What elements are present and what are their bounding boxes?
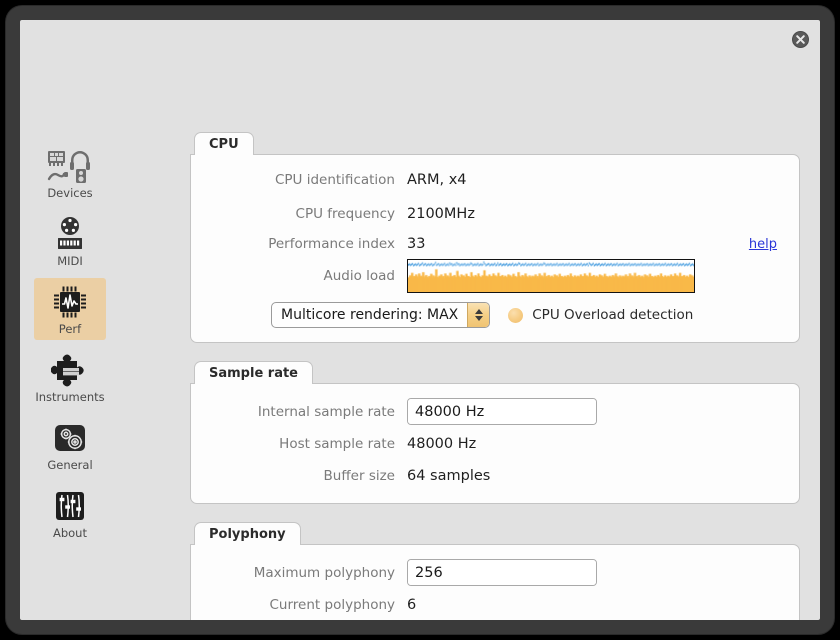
cpu-identification-value: ARM, x4 [407,172,467,188]
performance-index-value: 33 [407,236,426,252]
cpu-frequency-row: CPU frequency 2100MHz [207,201,783,227]
internal-sample-rate-field[interactable] [407,398,597,425]
cpu-frequency-value: 2100MHz [407,206,475,222]
performance-index-row: Performance index 33 help [207,231,783,257]
row-label: Buffer size [323,468,395,484]
midi-icon [34,215,106,253]
sidebar-item-about[interactable]: About [34,482,106,544]
sidebar-item-general[interactable]: General [34,414,106,476]
maximum-polyphony-input[interactable] [408,560,596,585]
stepper-updown-icon[interactable] [596,560,597,585]
cpu-overload-label: CPU Overload detection [532,307,694,323]
sidebar-item-devices[interactable]: Devices [34,142,106,204]
cpu-chip-icon [34,283,106,321]
sidebar-item-label: About [52,526,87,540]
sidebar-item-instruments[interactable]: Instruments [34,346,106,408]
row-label: Host sample rate [279,436,395,452]
sample-rate-groupbox: Sample rate Internal sample rate Host sa… [190,361,800,505]
polyphony-groupbox: Polyphony Maximum polyphony Current poly… [190,522,800,620]
cpu-controls-row: Multicore rendering: MAX CPU Overload de… [207,302,783,328]
maximum-polyphony-row: Maximum polyphony [207,559,783,586]
cpu-groupbox-title: CPU [194,132,254,155]
stepper-updown-icon[interactable] [596,399,597,424]
row-label: Performance index [268,236,395,252]
polyphony-groupbox-title: Polyphony [194,522,301,545]
sidebar-item-label: Perf [58,322,82,336]
settings-content: CPU CPU identification ARM, x4 CPU frequ… [190,20,800,620]
internal-sample-rate-input[interactable] [408,399,596,424]
sample-rate-groupbox-body: Internal sample rate Host sample rate 48… [190,383,800,504]
puzzle-piece-icon [34,351,106,389]
buffer-size-row: Buffer size 64 samples [207,463,783,489]
polyphony-groupbox-body: Maximum polyphony Current polyphony 6 [190,544,800,620]
row-label: Maximum polyphony [253,564,395,581]
host-sample-rate-value: 48000 Hz [407,436,477,452]
row-label: Internal sample rate [257,403,395,420]
current-polyphony-value: 6 [407,597,417,613]
row-label: CPU identification [274,172,395,188]
cpu-groupbox-body: CPU identification ARM, x4 CPU frequency… [190,154,800,343]
maximum-polyphony-field[interactable] [407,559,597,586]
audio-load-row: Audio load [207,259,783,293]
sidebar-item-midi[interactable]: MIDI [34,210,106,272]
row-label: Current polyphony [269,597,396,613]
cpu-groupbox: CPU CPU identification ARM, x4 CPU frequ… [190,132,800,344]
sidebar-item-perf[interactable]: Perf [34,278,106,340]
current-polyphony-row: Current polyphony 6 [207,592,783,618]
plugin-settings-window: Devices MIDI Perf Instruments General Ab… [6,6,834,634]
window-content-area: Devices MIDI Perf Instruments General Ab… [20,20,820,620]
sidebar-item-label: Instruments [35,390,105,404]
sidebar-item-label: General [47,458,93,472]
cpu-identification-row: CPU identification ARM, x4 [207,167,783,193]
audio-load-meter [407,259,695,293]
multicore-rendering-value: Multicore rendering: MAX [281,307,459,323]
devices-icon [34,147,106,185]
row-label: Audio load [323,268,395,284]
gears-icon [34,419,106,457]
buffer-size-value: 64 samples [407,468,491,484]
internal-sample-rate-row: Internal sample rate [207,398,783,425]
row-label: CPU frequency [295,206,395,222]
host-sample-rate-row: Host sample rate 48000 Hz [207,431,783,457]
sidebar-item-label: MIDI [57,254,83,268]
faders-icon [34,487,106,525]
close-x-icon [796,35,805,44]
help-link[interactable]: help [749,237,783,252]
chevron-updown-icon[interactable] [467,303,490,327]
close-button[interactable] [792,31,809,48]
multicore-rendering-select[interactable]: Multicore rendering: MAX [271,302,491,328]
sample-rate-groupbox-title: Sample rate [194,361,314,384]
sidebar: Devices MIDI Perf Instruments General Ab… [20,20,120,620]
sidebar-item-label: Devices [47,186,93,200]
cpu-overload-led [508,307,524,323]
